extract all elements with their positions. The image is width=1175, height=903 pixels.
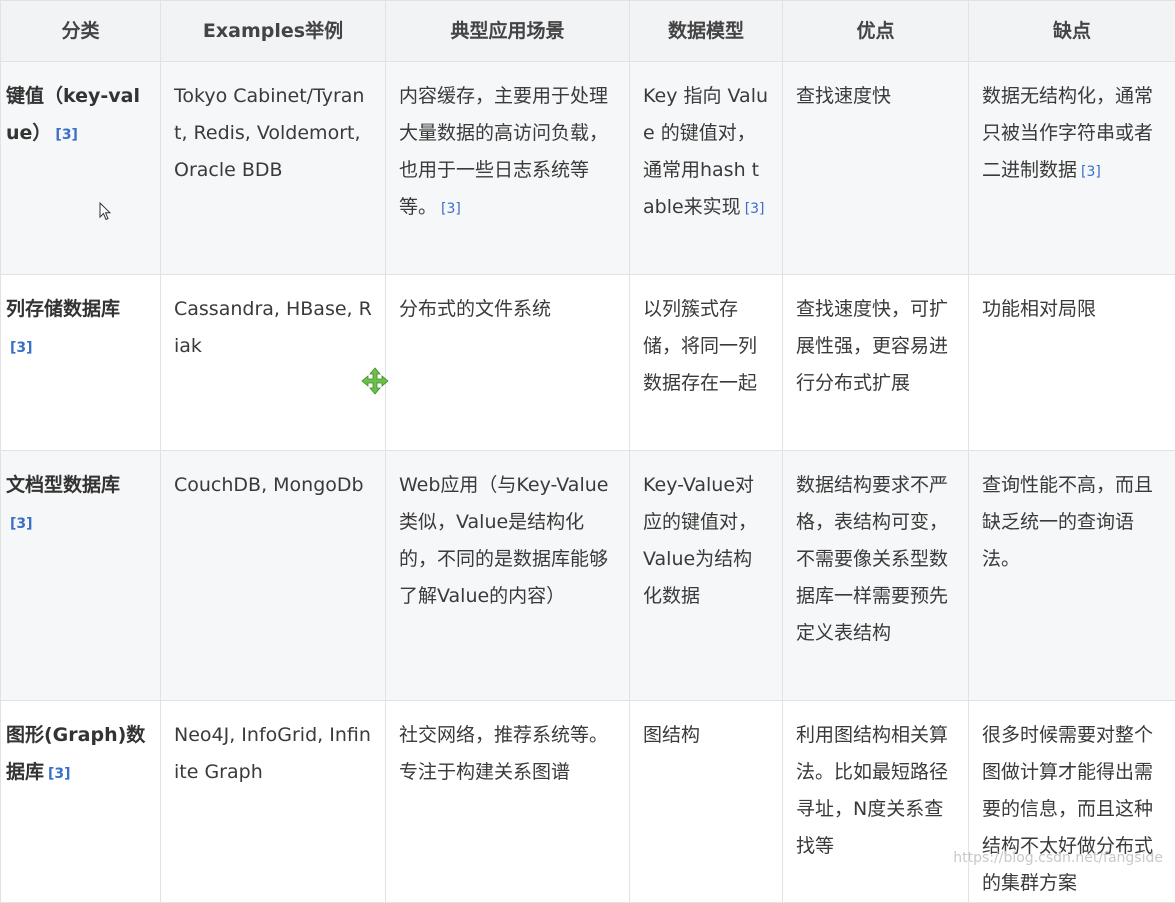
pros-cell: 数据结构要求不严格，表结构可变，不需要像关系型数据库一样需要预先定义表结构: [783, 451, 969, 701]
reference-link[interactable]: [3]: [10, 340, 33, 356]
header-examples: Examples举例: [161, 1, 386, 62]
reference-link[interactable]: [3]: [745, 201, 765, 217]
table-row: 文档型数据库 [3] CouchDB, MongoDb Web应用（与Key-Va…: [1, 451, 1175, 701]
reference-link[interactable]: [3]: [441, 201, 461, 217]
scenario-cell: 社交网络，推荐系统等。专注于构建关系图谱: [386, 701, 630, 903]
category-cell: 文档型数据库 [3]: [1, 451, 161, 701]
cons-text: 数据无结构化，通常只被当作字符串或者二进制数据: [982, 85, 1153, 181]
examples-cell: Tokyo Cabinet/Tyrant, Redis, Voldemort, …: [161, 62, 386, 275]
header-category: 分类: [1, 1, 161, 62]
scenario-cell: Web应用（与Key-Value类似，Value是结构化的，不同的是数据库能够了…: [386, 451, 630, 701]
header-model: 数据模型: [630, 1, 783, 62]
reference-link[interactable]: [3]: [10, 516, 33, 532]
model-cell: Key-Value对应的键值对，Value为结构化数据: [630, 451, 783, 701]
mouse-pointer-icon: [99, 202, 111, 222]
model-cell: Key 指向 Value 的键值对，通常用hash table来实现[3]: [630, 62, 783, 275]
table-row: 键值（key-value）[3] Tokyo Cabinet/Tyrant, R…: [1, 62, 1175, 275]
category-cell: 列存储数据库 [3]: [1, 275, 161, 451]
examples-cell: Cassandra, HBase, Riak: [161, 275, 386, 451]
scenario-text: 内容缓存，主要用于处理大量数据的高访问负载，也用于一些日志系统等等。: [399, 85, 608, 218]
category-cell: 图形(Graph)数据库[3]: [1, 701, 161, 903]
examples-cell: CouchDB, MongoDb: [161, 451, 386, 701]
move-cursor-icon: [361, 367, 389, 395]
cons-cell: 数据无结构化，通常只被当作字符串或者二进制数据[3]: [969, 62, 1175, 275]
cons-cell: 查询性能不高，而且缺乏统一的查询语法。: [969, 451, 1175, 701]
cons-cell: 很多时候需要对整个图做计算才能得出需要的信息，而且这种结构不太好做分布式的集群方…: [969, 701, 1175, 903]
pros-cell: 查找速度快: [783, 62, 969, 275]
reference-link[interactable]: [3]: [1081, 164, 1101, 180]
reference-link[interactable]: [3]: [48, 766, 71, 782]
reference-link[interactable]: [3]: [55, 127, 78, 143]
header-row: 分类 Examples举例 典型应用场景 数据模型 优点 缺点: [1, 1, 1175, 62]
pros-cell: 利用图结构相关算法。比如最短路径寻址，N度关系查找等: [783, 701, 969, 903]
nosql-comparison-table: 分类 Examples举例 典型应用场景 数据模型 优点 缺点 键值（key-v…: [0, 0, 1175, 903]
scenario-cell: 分布式的文件系统: [386, 275, 630, 451]
header-scenario: 典型应用场景: [386, 1, 630, 62]
watermark: https://blog.csdn.net/fangside: [953, 850, 1163, 866]
table-row: 图形(Graph)数据库[3] Neo4J, InfoGrid, Infinit…: [1, 701, 1175, 903]
model-text: Key 指向 Value 的键值对，通常用hash table来实现: [643, 85, 768, 218]
pros-cell: 查找速度快，可扩展性强，更容易进行分布式扩展: [783, 275, 969, 451]
category-cell: 键值（key-value）[3]: [1, 62, 161, 275]
category-text: 列存储数据库: [6, 298, 120, 320]
scenario-cell: 内容缓存，主要用于处理大量数据的高访问负载，也用于一些日志系统等等。[3]: [386, 62, 630, 275]
table-row: 列存储数据库 [3] Cassandra, HBase, Riak 分布式的文件系…: [1, 275, 1175, 451]
header-cons: 缺点: [969, 1, 1175, 62]
cons-cell: 功能相对局限: [969, 275, 1175, 451]
examples-cell: Neo4J, InfoGrid, Infinite Graph: [161, 701, 386, 903]
model-cell: 图结构: [630, 701, 783, 903]
model-cell: 以列簇式存储，将同一列数据存在一起: [630, 275, 783, 451]
category-text: 图形(Graph)数据库: [6, 724, 145, 783]
category-text: 文档型数据库: [6, 474, 120, 496]
header-pros: 优点: [783, 1, 969, 62]
